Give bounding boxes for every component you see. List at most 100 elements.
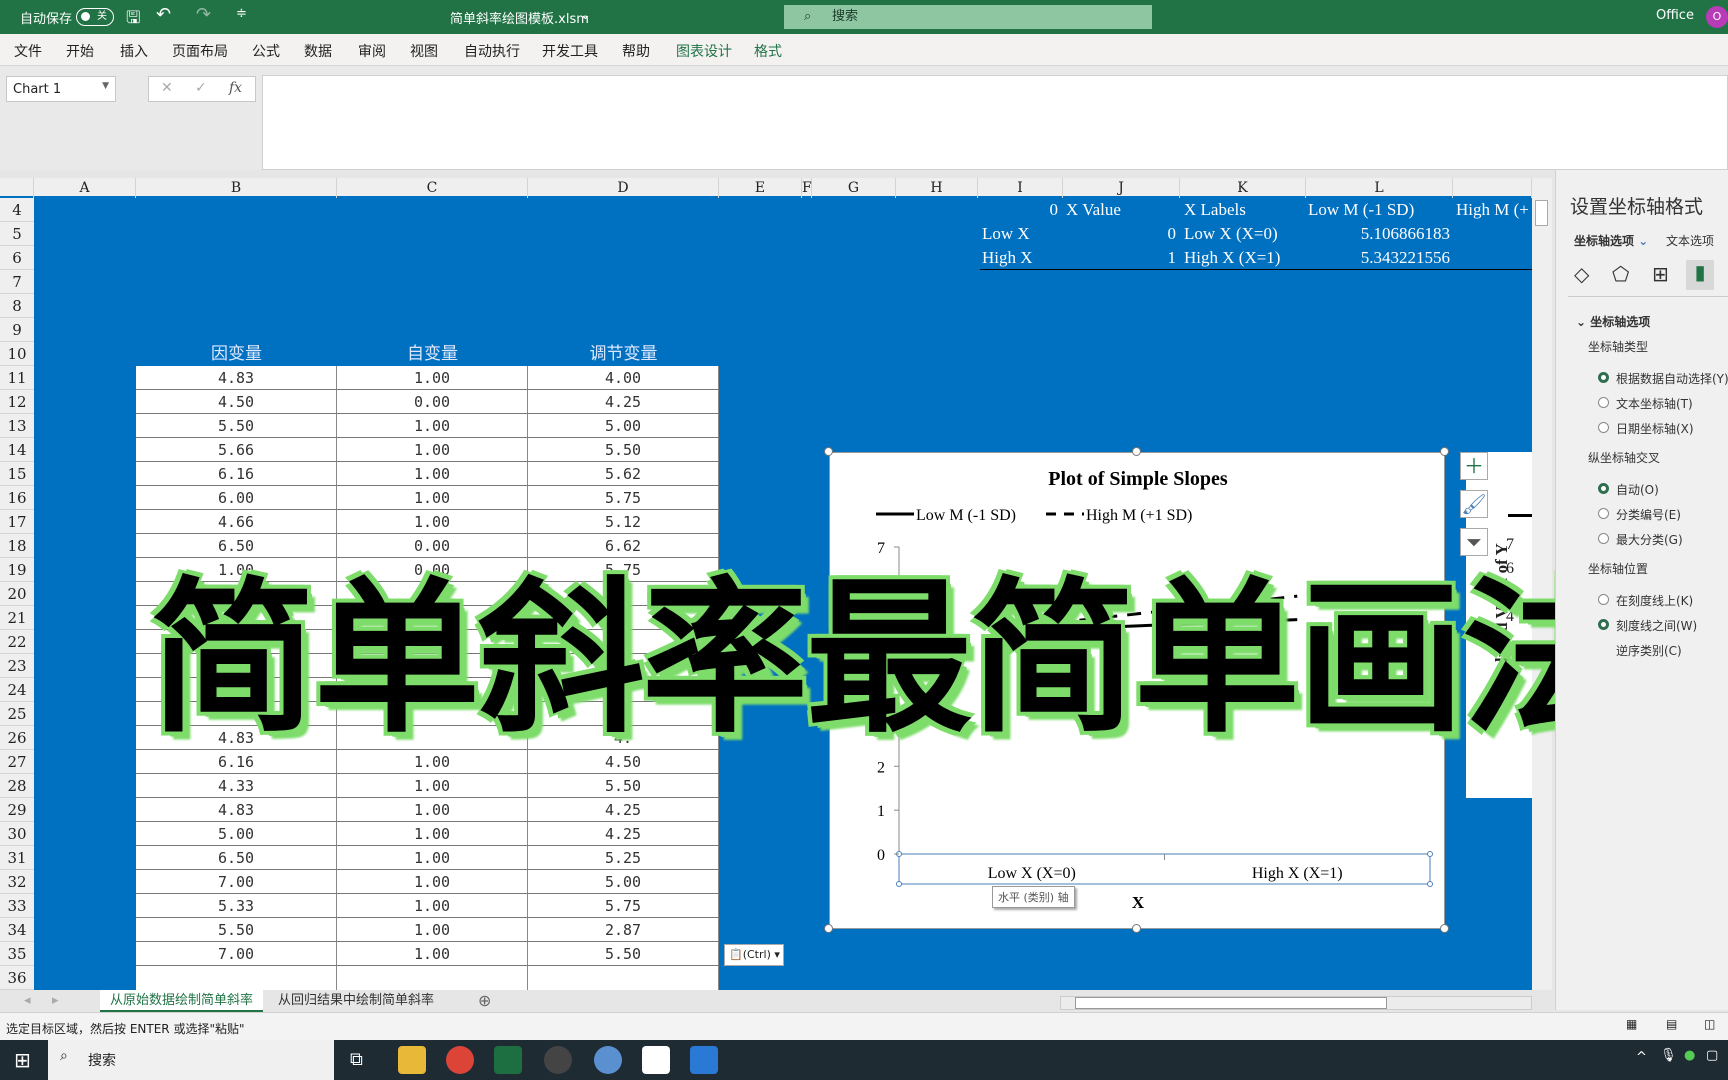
table-cell[interactable]: 5.75	[528, 486, 719, 510]
tab-1[interactable]: 开始	[66, 41, 94, 61]
chart-styles-button[interactable]: 🖌	[1460, 490, 1488, 518]
taskbar-search[interactable]: ⌕ 搜索	[48, 1040, 334, 1080]
table-cell[interactable]	[337, 966, 528, 990]
formula-input[interactable]	[262, 75, 1728, 170]
tab-8[interactable]: 自动执行	[464, 41, 520, 61]
cross-radio[interactable]	[1598, 483, 1609, 494]
table-cell[interactable]: 5.33	[136, 894, 337, 918]
enter-icon[interactable]: ✓	[195, 80, 207, 96]
vscode-icon[interactable]	[690, 1046, 718, 1074]
task-view-icon[interactable]: ⧉	[350, 1049, 363, 1070]
row-header[interactable]: 6	[0, 246, 34, 270]
row-header[interactable]: 5	[0, 222, 34, 246]
normal-view-icon[interactable]: ▦	[1626, 1017, 1637, 1031]
table-cell[interactable]: 1.00	[337, 462, 528, 486]
table-cell[interactable]: 1.00	[337, 438, 528, 462]
table-cell[interactable]: 5.50	[528, 438, 719, 462]
row-header[interactable]: 15	[0, 462, 34, 486]
tab-0[interactable]: 文件	[14, 41, 42, 61]
table-cell[interactable]: 4.25	[528, 822, 719, 846]
tab-4[interactable]: 公式	[252, 41, 280, 61]
row-header[interactable]: 7	[0, 270, 34, 294]
table-cell[interactable]: 1.00	[337, 774, 528, 798]
scroll-thumb[interactable]	[1535, 200, 1548, 226]
cancel-icon[interactable]: ✕	[161, 80, 173, 96]
chart-resize-handle[interactable]	[824, 924, 833, 933]
column-header-J[interactable]: J	[1063, 178, 1180, 198]
row-header[interactable]: 28	[0, 774, 34, 798]
effects-icon[interactable]: ⬠	[1612, 262, 1629, 286]
table-cell[interactable]: 1.00	[337, 894, 528, 918]
row-header[interactable]: 27	[0, 750, 34, 774]
row-header[interactable]: 13	[0, 414, 34, 438]
row-header[interactable]: 31	[0, 846, 34, 870]
column-header-F[interactable]: F	[802, 178, 812, 198]
row-header[interactable]: 22	[0, 630, 34, 654]
chart-resize-handle[interactable]	[1132, 447, 1141, 456]
table-cell[interactable]: 4.33	[136, 774, 337, 798]
row-header[interactable]: 4	[0, 198, 34, 222]
table-cell[interactable]: 5.66	[136, 438, 337, 462]
table-cell[interactable]: 1.00	[337, 486, 528, 510]
table-cell[interactable]: 6.50	[136, 534, 337, 558]
tab-9[interactable]: 开发工具	[542, 41, 598, 61]
axis-type-radio[interactable]	[1598, 372, 1609, 383]
row-header[interactable]: 9	[0, 318, 34, 342]
row-header[interactable]: 16	[0, 486, 34, 510]
row-header[interactable]: 25	[0, 702, 34, 726]
column-header-H[interactable]: H	[896, 178, 978, 198]
table-cell[interactable]: 5.00	[136, 822, 337, 846]
tab-7[interactable]: 视图	[410, 41, 438, 61]
column-header-A[interactable]: A	[34, 178, 136, 198]
axis-type-option[interactable]: 文本坐标轴(T)	[1616, 395, 1693, 412]
table-cell[interactable]: 7.00	[136, 870, 337, 894]
account-name[interactable]: Office	[1656, 8, 1694, 23]
row-header[interactable]: 29	[0, 798, 34, 822]
position-radio[interactable]	[1598, 619, 1609, 630]
tab-10[interactable]: 帮助	[622, 41, 650, 61]
table-cell[interactable]: 5.00	[528, 870, 719, 894]
table-cell[interactable]: 0.00	[337, 390, 528, 414]
chrome-icon[interactable]	[446, 1046, 474, 1074]
page-break-icon[interactable]: ◫	[1704, 1017, 1715, 1031]
calculator-app-icon[interactable]	[594, 1046, 622, 1074]
customize-qat-icon[interactable]: ≑	[236, 6, 247, 21]
row-header[interactable]: 17	[0, 510, 34, 534]
chart-filters-button[interactable]: ⏷	[1460, 528, 1488, 556]
table-cell[interactable]: 4.66	[136, 510, 337, 534]
column-header-E[interactable]: E	[719, 178, 802, 198]
reverse-categories-checkbox[interactable]: 逆序类别(C)	[1616, 642, 1682, 659]
sheet-tab-raw-data[interactable]: 从原始数据绘制简单斜率	[100, 990, 264, 1012]
table-cell[interactable]: 0.00	[337, 534, 528, 558]
avatar[interactable]: O	[1706, 6, 1728, 28]
cross-radio[interactable]	[1598, 508, 1609, 519]
table-cell[interactable]: 1.00	[337, 918, 528, 942]
select-all-corner[interactable]	[0, 178, 34, 198]
fx-icon[interactable]: fx	[229, 80, 242, 96]
row-header[interactable]: 33	[0, 894, 34, 918]
table-cell[interactable]: 2.87	[528, 918, 719, 942]
row-header[interactable]: 14	[0, 438, 34, 462]
chart-resize-handle[interactable]	[1440, 447, 1449, 456]
table-cell[interactable]: 5.25	[528, 846, 719, 870]
table-cell[interactable]: 6.50	[136, 846, 337, 870]
table-cell[interactable]: 4.25	[528, 798, 719, 822]
table-cell[interactable]: 5.12	[528, 510, 719, 534]
position-option[interactable]: 在刻度线上(K)	[1616, 592, 1693, 609]
row-header[interactable]: 8	[0, 294, 34, 318]
tab-6[interactable]: 审阅	[358, 41, 386, 61]
row-header[interactable]: 11	[0, 366, 34, 390]
search-box[interactable]: ⌕ 搜索	[784, 5, 1152, 29]
file-explorer-icon[interactable]	[398, 1046, 426, 1074]
table-cell[interactable]: 6.00	[136, 486, 337, 510]
axis-type-option[interactable]: 日期坐标轴(X)	[1616, 420, 1694, 437]
chart-resize-handle[interactable]	[824, 447, 833, 456]
column-header-K[interactable]: K	[1180, 178, 1306, 198]
table-cell[interactable]: 5.62	[528, 462, 719, 486]
position-radio[interactable]	[1598, 594, 1609, 605]
tab-5[interactable]: 数据	[304, 41, 332, 61]
notification-icon[interactable]: ▢	[1706, 1048, 1718, 1063]
table-cell[interactable]: 1.00	[337, 414, 528, 438]
undo-icon[interactable]: ↶	[156, 4, 171, 25]
table-cell[interactable]: 1.00	[337, 942, 528, 966]
